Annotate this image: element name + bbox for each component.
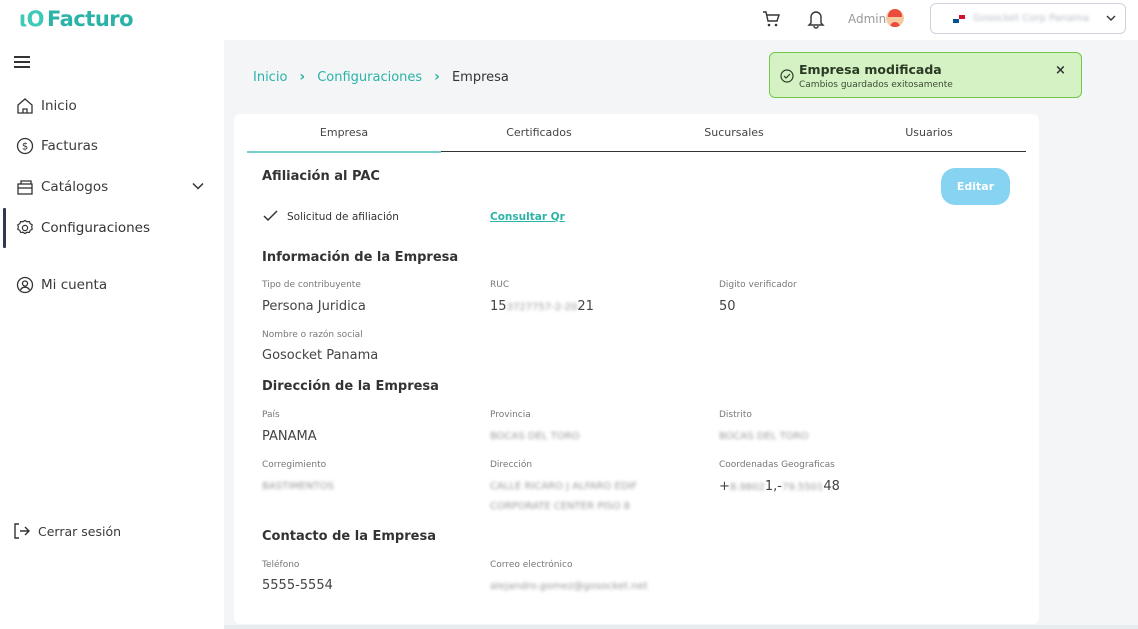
address-line-2: CORPORATE CENTER PISO 8 xyxy=(490,501,630,512)
chevron-right-icon: › xyxy=(299,69,306,85)
country-label: País xyxy=(262,410,280,420)
affiliation-request-label: Solicitud de afiliación xyxy=(287,211,399,223)
company-select[interactable]: Gosocket Corp Panama xyxy=(930,3,1126,34)
svg-text:$: $ xyxy=(22,142,28,153)
company-name-label: Nombre o razón social xyxy=(262,330,363,340)
company-name-value: Gosocket Panama xyxy=(262,348,379,363)
pac-title: Afiliación al PAC xyxy=(262,169,380,184)
country-value: PANAMA xyxy=(262,429,317,444)
sidebar-item-inicio[interactable]: Inicio xyxy=(16,94,77,118)
sidebar: Inicio $ Facturas Catálogos Configuracio… xyxy=(0,40,224,629)
sidebar-item-label: Mi cuenta xyxy=(41,277,108,293)
ruc-prefix: 15 xyxy=(490,299,507,314)
tab-bar: Empresa Certificados Sucursales Usuarios xyxy=(247,114,1026,153)
phone-value: 5555-5554 xyxy=(262,578,333,593)
admin-label: Admin xyxy=(848,12,887,26)
menu-icon[interactable] xyxy=(14,56,30,68)
province-label: Provincia xyxy=(490,410,531,420)
coords-value: +8.98021,-79.550148 xyxy=(719,479,840,494)
active-tab-indicator xyxy=(247,151,441,153)
sidebar-item-facturas[interactable]: $ Facturas xyxy=(16,134,98,158)
address-label: Dirección xyxy=(490,460,533,470)
coords-suffix: 48 xyxy=(823,479,840,494)
phone-label: Teléfono xyxy=(262,560,300,570)
top-bar: ιΟ Facturo Admin Gosocket Corp Panama xyxy=(0,0,1138,40)
taxpayer-type-value: Persona Juridica xyxy=(262,299,366,314)
ruc-hidden: 3727757-2-20 xyxy=(506,302,578,313)
coords-hidden-b: 79.5501 xyxy=(782,482,824,493)
consult-qr-link[interactable]: Consultar Qr xyxy=(490,211,565,223)
chevron-down-icon xyxy=(1106,15,1116,21)
active-indicator xyxy=(3,208,6,248)
ruc-value: 153727757-2-2021 xyxy=(490,299,594,314)
address-title: Dirección de la Empresa xyxy=(262,379,439,394)
coords-label: Coordenadas Geograficas xyxy=(719,460,835,470)
taxpayer-type-label: Tipo de contribuyente xyxy=(262,280,361,290)
sidebar-item-label: Configuraciones xyxy=(41,220,151,236)
logout-label: Cerrar sesión xyxy=(38,523,122,539)
dollar-icon: $ xyxy=(16,137,34,155)
bell-icon[interactable] xyxy=(807,9,825,29)
corregimiento-label: Corregimiento xyxy=(262,460,327,470)
corregimiento-value: BASTIMENTOS xyxy=(262,481,334,492)
sidebar-item-configuraciones[interactable]: Configuraciones xyxy=(16,216,150,240)
app-name: Facturo xyxy=(47,7,134,31)
province-value: BOCAS DEL TORO xyxy=(490,431,580,442)
coords-hidden-a: 8.9802 xyxy=(729,482,765,493)
breadcrumb-empresa: Empresa xyxy=(451,69,509,85)
logout-button[interactable]: Cerrar sesión xyxy=(13,519,121,543)
breadcrumb-inicio[interactable]: Inicio xyxy=(253,70,287,85)
toast-title: Empresa modificada xyxy=(799,62,942,77)
address-line-1: CALLE RICARO J ALFARO EDIF xyxy=(490,481,638,492)
ruc-label: RUC xyxy=(490,280,510,290)
app-logo[interactable]: ιΟ Facturo xyxy=(19,7,134,31)
check-icon xyxy=(263,210,278,222)
tab-empresa[interactable]: Empresa xyxy=(247,126,441,139)
coords-mid: 1,- xyxy=(764,479,783,494)
check-digit-label: Digito verificador xyxy=(719,280,797,290)
cart-icon[interactable] xyxy=(762,10,780,28)
district-value: BOCAS DEL TORO xyxy=(719,431,809,442)
toast-message: Cambios guardados exitosamente xyxy=(799,80,953,90)
email-value: alejandro.gomez@gosocket.net xyxy=(490,581,648,592)
sidebar-item-mi-cuenta[interactable]: Mi cuenta xyxy=(16,273,107,297)
success-toast: Empresa modificada Cambios guardados exi… xyxy=(769,52,1082,98)
avatar[interactable] xyxy=(886,9,904,27)
breadcrumb: Inicio › Configuraciones › Empresa xyxy=(253,69,509,85)
company-name: Gosocket Corp Panama xyxy=(973,13,1090,24)
tab-usuarios[interactable]: Usuarios xyxy=(832,126,1026,139)
coords-prefix: + xyxy=(719,479,730,494)
check-circle-icon xyxy=(780,69,794,83)
catalog-icon xyxy=(17,180,33,195)
sidebar-item-label: Inicio xyxy=(41,98,77,114)
panama-flag-icon xyxy=(953,15,965,23)
bottom-strip xyxy=(224,625,1138,629)
sidebar-item-label: Catálogos xyxy=(41,179,109,195)
chevron-right-icon: › xyxy=(434,69,440,85)
contact-title: Contacto de la Empresa xyxy=(262,529,436,544)
check-digit-value: 50 xyxy=(719,299,736,314)
company-info-title: Información de la Empresa xyxy=(262,250,459,265)
home-icon xyxy=(17,98,33,114)
chevron-down-icon[interactable] xyxy=(192,182,204,190)
email-label: Correo electrónico xyxy=(490,560,573,570)
close-icon[interactable]: × xyxy=(1055,63,1066,78)
district-label: Distrito xyxy=(719,410,752,420)
edit-button[interactable]: Editar xyxy=(941,168,1010,205)
logo-mark-icon: ιΟ xyxy=(19,7,45,31)
company-card: Empresa Certificados Sucursales Usuarios… xyxy=(234,114,1039,624)
sidebar-item-label: Facturas xyxy=(41,138,98,154)
sidebar-item-catalogos[interactable]: Catálogos xyxy=(16,175,108,199)
logout-icon xyxy=(14,523,30,539)
ruc-suffix: 21 xyxy=(577,299,594,314)
tab-sucursales[interactable]: Sucursales xyxy=(637,126,831,139)
tab-certificados[interactable]: Certificados xyxy=(442,126,636,139)
user-icon xyxy=(16,276,34,294)
gear-icon xyxy=(17,219,33,235)
breadcrumb-configuraciones[interactable]: Configuraciones xyxy=(317,70,422,85)
